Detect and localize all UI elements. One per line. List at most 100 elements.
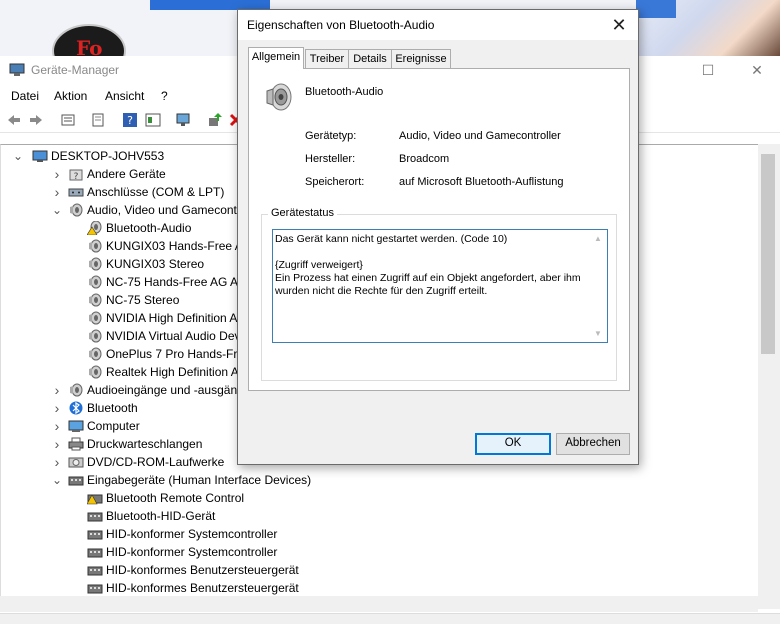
hid-icon	[87, 584, 103, 594]
tree-item-label: Andere Geräte	[87, 167, 166, 181]
desktop-wallpaper-image	[636, 0, 780, 56]
help-icon[interactable]: ?	[122, 112, 138, 128]
chevron-right-icon[interactable]: ›	[51, 165, 63, 183]
tree-item-label: HID-konformer Systemcontroller	[106, 545, 278, 559]
speaker-icon	[89, 329, 102, 343]
speaker-icon	[89, 311, 102, 325]
device-name: Bluetooth-Audio	[305, 86, 384, 98]
chevron-right-icon[interactable]: ›	[51, 417, 63, 435]
disc-icon	[68, 457, 84, 468]
tree-item-label: HID-konformer Systemcontroller	[106, 527, 278, 541]
forward-arrow-icon[interactable]	[28, 112, 44, 128]
device-type-label: Gerätetyp:	[305, 130, 357, 142]
manufacturer-value: Broadcom	[399, 153, 450, 165]
dialog-title: Eigenschaften von Bluetooth-Audio	[247, 18, 435, 32]
speaker-icon	[89, 293, 102, 307]
port-icon	[68, 188, 84, 197]
hid-warning-icon	[87, 494, 103, 505]
hid-icon	[87, 566, 103, 576]
ok-button[interactable]: OK	[475, 433, 551, 455]
tree-item-label: NVIDIA Virtual Audio Device	[106, 329, 256, 343]
tree-item-label: HID-konformes Benutzersteuergerät	[106, 563, 299, 577]
tree-item-label: DVD/CD-ROM-Laufwerke	[87, 455, 225, 469]
computer-icon	[32, 150, 48, 162]
hid-icon	[87, 530, 103, 540]
status-scrollbar[interactable]: ▲ ▼	[591, 230, 607, 342]
chevron-right-icon[interactable]: ›	[51, 381, 63, 399]
tree-item-label: Bluetooth Remote Control	[106, 491, 245, 505]
hid-icon	[87, 548, 103, 558]
device-type-value: Audio, Video und Gamecontroller	[399, 130, 561, 142]
status-line-3: Ein Prozess hat einen Zugriff auf ein Ob…	[275, 272, 581, 297]
cancel-button[interactable]: Abbrechen	[556, 433, 630, 455]
tree-item-label: Eingabegeräte (Human Interface Devices)	[87, 473, 312, 487]
location-value: auf Microsoft Bluetooth-Auflistung	[399, 176, 564, 188]
location-label: Speicherort:	[305, 176, 365, 188]
manufacturer-label: Hersteller:	[305, 153, 356, 165]
speaker-icon	[89, 347, 102, 361]
device-manager-title: Geräte-Manager	[31, 63, 120, 77]
device-manager-app-icon	[9, 63, 25, 76]
unknown-device-icon: ?	[69, 169, 83, 181]
menu-datei[interactable]: Datei	[11, 89, 39, 103]
svg-text:?: ?	[127, 114, 133, 127]
tree-item-label: Audioeingänge und -ausgänge	[87, 383, 251, 397]
menu-help[interactable]: ?	[161, 89, 168, 103]
dialog-close-button[interactable]: ✕	[606, 13, 632, 37]
speaker-icon	[70, 383, 83, 397]
tab-treiber[interactable]: Treiber	[305, 49, 349, 68]
vertical-scrollbar[interactable]	[758, 144, 780, 609]
menu-ansicht[interactable]: Ansicht	[105, 89, 144, 103]
tree-item-label: Druckwarteschlangen	[87, 437, 203, 451]
tree-item-label: Bluetooth-Audio	[106, 221, 192, 235]
add-driver-icon[interactable]	[207, 112, 223, 128]
chevron-right-icon[interactable]: ›	[51, 435, 63, 453]
close-window-button[interactable]: ✕	[741, 60, 773, 80]
chevron-right-icon[interactable]: ›	[51, 453, 63, 471]
speaker-icon	[89, 275, 102, 289]
chevron-right-icon[interactable]: ›	[51, 399, 63, 417]
speaker-icon	[266, 83, 292, 111]
maximize-button[interactable]: ☐	[692, 60, 724, 80]
back-arrow-icon[interactable]	[6, 112, 22, 128]
bluetooth-icon	[69, 401, 83, 415]
speaker-icon	[70, 203, 83, 217]
status-bar	[0, 613, 780, 624]
tree-item-label: Computer	[87, 419, 140, 433]
tab-allgemein[interactable]: Allgemein	[248, 47, 304, 69]
device-status-label: Gerätestatus	[268, 207, 337, 219]
speaker-icon	[89, 239, 102, 253]
update-list-icon[interactable]	[90, 112, 106, 128]
tab-ereignisse[interactable]: Ereignisse	[391, 49, 451, 68]
status-line-1: Das Gerät kann nicht gestartet werden. (…	[275, 233, 508, 245]
scan-hardware-icon[interactable]	[176, 112, 192, 128]
chevron-right-icon[interactable]: ›	[51, 183, 63, 201]
general-tab-panel: Bluetooth-Audio Gerätetyp: Audio, Video …	[248, 68, 630, 391]
status-line-2: {Zugriff verweigert}	[275, 259, 363, 271]
device-status-textbox[interactable]: Das Gerät kann nicht gestartet werden. (…	[272, 229, 608, 343]
device-status-group: Gerätestatus Das Gerät kann nicht gestar…	[261, 207, 617, 381]
printer-icon	[68, 437, 84, 451]
speaker-icon	[89, 257, 102, 271]
horizontal-scrollbar[interactable]	[0, 596, 758, 612]
tree-item-label: DESKTOP-JOHV553	[51, 149, 165, 163]
properties-dialog: Eigenschaften von Bluetooth-Audio ✕ Allg…	[237, 9, 639, 465]
svg-text:?: ?	[74, 172, 79, 181]
tree-item-label: Bluetooth-HID-Gerät	[106, 509, 216, 523]
properties-icon[interactable]	[60, 112, 76, 128]
view-icon[interactable]	[145, 112, 161, 128]
tree-item-label: Bluetooth	[87, 401, 138, 415]
tree-item-label: KUNGIX03 Stereo	[106, 257, 205, 271]
chevron-down-icon[interactable]: ⌄	[51, 471, 63, 489]
chevron-down-icon[interactable]: ⌄	[12, 147, 24, 165]
tree-item-label: NC-75 Stereo	[106, 293, 180, 307]
speaker-warning-icon	[87, 221, 102, 235]
hid-icon	[87, 512, 103, 522]
hid-icon	[68, 476, 84, 486]
tree-item-label: Anschlüsse (COM & LPT)	[87, 185, 225, 199]
menu-aktion[interactable]: Aktion	[54, 89, 87, 103]
tab-details[interactable]: Details	[348, 49, 392, 68]
dialog-titlebar: Eigenschaften von Bluetooth-Audio ✕	[238, 10, 638, 40]
chevron-down-icon[interactable]: ⌄	[51, 201, 63, 219]
speaker-icon	[89, 365, 102, 379]
